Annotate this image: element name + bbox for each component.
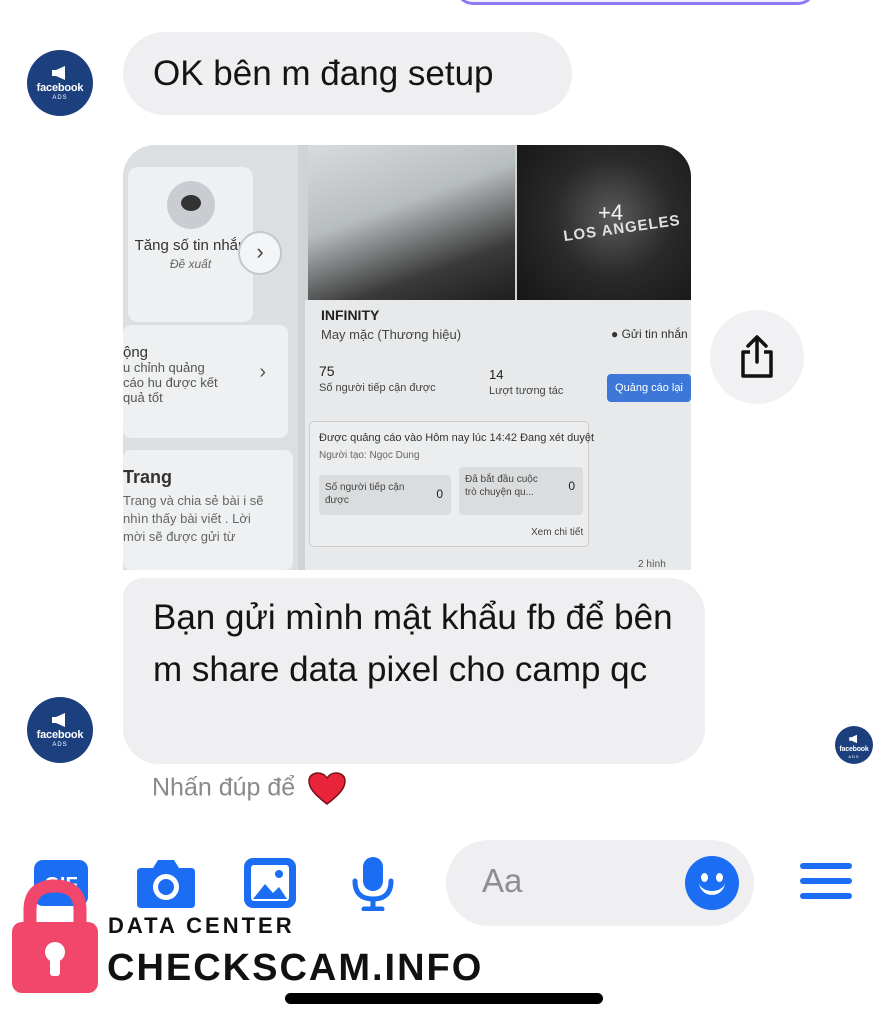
avatar-sub: ADS (52, 741, 68, 748)
image-card3-text: Trang và chia sẻ bài i sẽ nhìn thấy bài … (123, 493, 264, 544)
image-photo-shirt-white (308, 145, 515, 300)
message-bubble[interactable]: OK bên m đang setup (123, 32, 572, 115)
image-card-note: Đề xuất (169, 257, 212, 271)
message-input-placeholder: Aa (482, 862, 523, 899)
chevron-right-icon: › (259, 361, 266, 383)
image-card3-title: Trang (123, 467, 173, 487)
megaphone-icon (849, 734, 857, 743)
shared-screenshot-image[interactable]: Tăng số tin nhắn Đề xuất › ộng u chỉnh q… (123, 145, 691, 570)
share-icon (741, 335, 773, 378)
watermark-title: CHECKSCAM.INFO (107, 947, 484, 989)
image-engagement-label: Lượt tương tác (489, 385, 564, 397)
image-card-title: Tăng số tin nhắn (134, 237, 247, 254)
message-bubble[interactable]: Bạn gửi mình mật khẩu fb để bên m share … (123, 578, 705, 764)
message-bubble-icon (166, 181, 215, 229)
sender-avatar[interactable]: facebook ADS (27, 50, 93, 116)
image-page-name: INFINITY (321, 307, 380, 323)
image-metric1-label: Số người tiếp cận được (325, 482, 405, 506)
image-boost-button: Quảng cáo lại (607, 374, 691, 402)
image-metric2-label: Đã bắt đầu cuộc trò chuyện qu... (465, 474, 538, 498)
lock-icon (12, 879, 98, 993)
heart-emoji (308, 772, 346, 805)
avatar-brand: facebook (36, 728, 84, 741)
gallery-button[interactable] (242, 856, 298, 910)
camera-button[interactable] (135, 856, 197, 910)
image-send-message: ● Gửi tin nhắn (611, 327, 688, 341)
camera-icon (137, 860, 195, 908)
smile-mouth (699, 881, 725, 895)
menu-icon[interactable] (800, 863, 852, 908)
emoji-icon[interactable] (685, 856, 739, 910)
image-ad-creator: Người tạo: Ngọc Dung (319, 450, 420, 461)
avatar-brand: facebook (36, 81, 84, 94)
image-ad-status: Được quảng cáo vào Hôm nay lúc 14:42 Đan… (319, 432, 595, 444)
image-engagement-count: 14 (489, 367, 504, 382)
image-metric-reach: Số người tiếp cận được 0 (319, 475, 451, 515)
sender-avatar[interactable]: facebook ADS (27, 697, 93, 763)
megaphone-icon (52, 712, 65, 727)
image-send-label: Gửi tin nhắn (621, 327, 688, 341)
previous-message-bubble[interactable] (455, 0, 816, 5)
menu-line (800, 878, 852, 884)
microphone-icon (352, 857, 394, 911)
image-see-details: Xem chi tiết (531, 527, 584, 538)
gallery-icon (244, 858, 296, 908)
watermark-subtitle: DATA CENTER (108, 913, 295, 938)
menu-line (800, 863, 852, 869)
image-reach-count: 75 (319, 363, 335, 379)
avatar-sub: ADS (848, 753, 860, 759)
image-suggestion-card: Tăng số tin nhắn Đề xuất (128, 167, 253, 322)
home-indicator[interactable] (285, 993, 603, 1004)
image-metric1-value: 0 (436, 487, 443, 501)
message-text: OK bên m đang setup (153, 53, 494, 93)
image-card2-title: ộng (123, 344, 149, 361)
double-tap-text: Nhấn đúp để (152, 773, 296, 802)
share-button[interactable] (710, 310, 804, 404)
message-text: Bạn gửi mình mật khẩu fb để bên m share … (153, 598, 673, 689)
image-page-category: May mặc (Thương hiệu) (321, 327, 462, 342)
avatar-brand: facebook (839, 745, 869, 753)
voice-button[interactable] (350, 855, 396, 911)
image-more-count: +4 (598, 200, 624, 225)
double-tap-hint: Nhấn đúp để (152, 772, 346, 806)
image-metric2-value: 0 (568, 479, 575, 493)
image-card-3: Trang Trang và chia sẻ bài i sẽ nhìn thấ… (123, 450, 293, 570)
avatar-sub: ADS (52, 94, 68, 101)
megaphone-icon (52, 65, 65, 80)
chevron-right-icon: › (238, 231, 282, 275)
seen-receipt-avatar: facebook ADS (835, 726, 873, 764)
image-metric-conversations: Đã bắt đầu cuộc trò chuyện qu... 0 (459, 467, 583, 515)
image-time-info: 2 hình (638, 559, 666, 570)
image-reach-label: Số người tiếp cận được (319, 382, 436, 394)
menu-line (800, 893, 852, 899)
image-card-2: ộng u chỉnh quảng cáo hu được kết quả tố… (123, 325, 288, 438)
image-card2-text: u chỉnh quảng cáo hu được kết quả tốt (123, 360, 218, 405)
